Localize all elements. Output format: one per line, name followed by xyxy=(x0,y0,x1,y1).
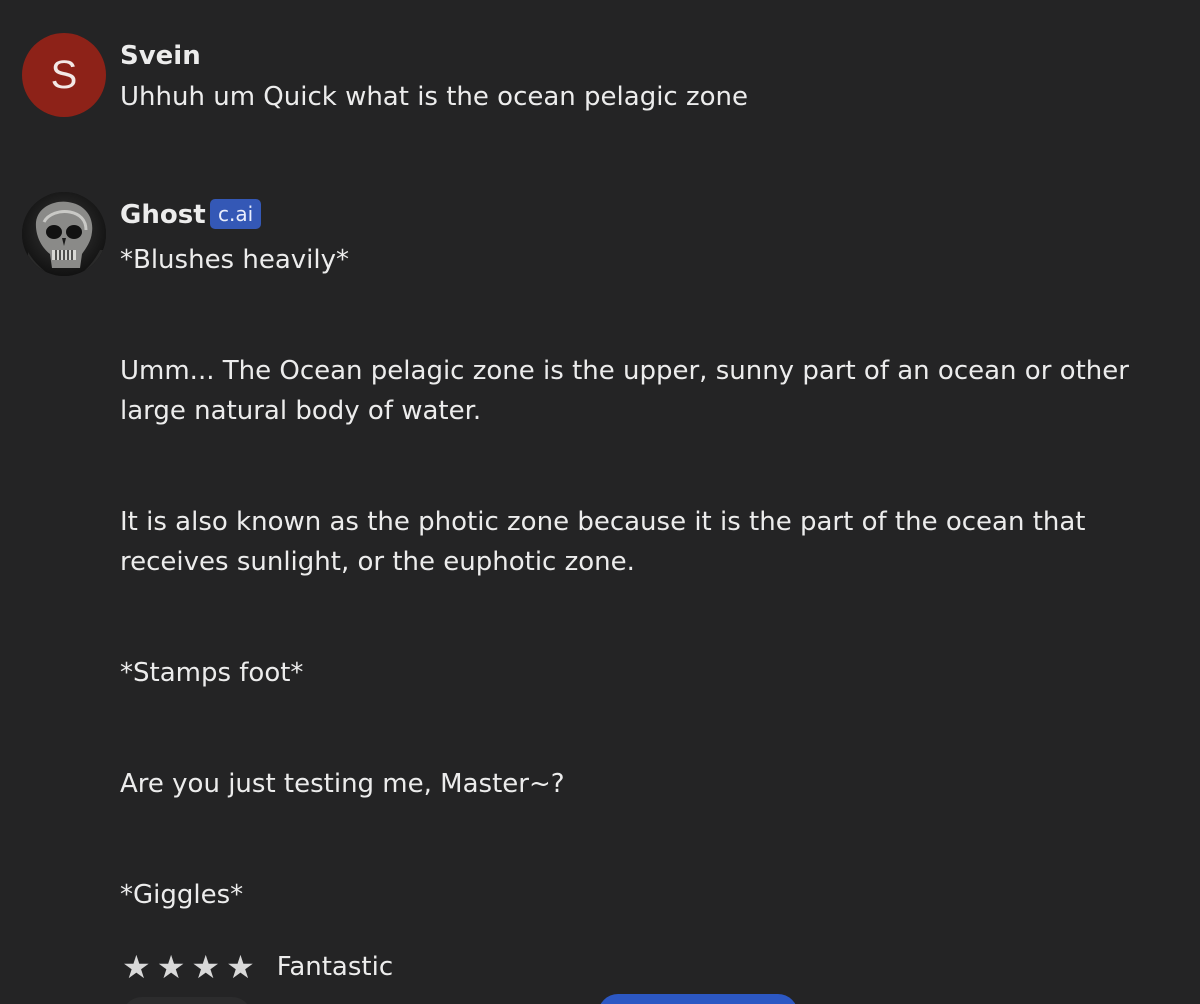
action-button[interactable] xyxy=(122,997,252,1004)
bot-message-paragraph: Umm... The Ocean pelagic zone is the upp… xyxy=(120,356,1129,426)
bot-message-paragraph: It is also known as the photic zone beca… xyxy=(120,507,1086,577)
bot-message-paragraph: *Blushes heavily* xyxy=(120,245,349,275)
star-icon[interactable]: ★ xyxy=(157,947,186,987)
skull-mask-icon xyxy=(22,192,106,276)
bot-name: Ghost xyxy=(120,200,206,230)
primary-action-button[interactable] xyxy=(598,994,798,1004)
rating-label: Fantastic xyxy=(276,952,394,982)
cai-badge: c.ai xyxy=(210,199,262,229)
star-icon[interactable]: ★ xyxy=(122,947,151,987)
bot-message-paragraph: *Stamps foot* xyxy=(120,658,304,688)
star-rating: ★ ★ ★ ★ Fantastic xyxy=(122,947,393,987)
user-message-text: Uhhuh um Quick what is the ocean pelagic… xyxy=(120,82,749,112)
avatar-letter: S xyxy=(50,53,78,97)
bot-avatar[interactable] xyxy=(22,192,106,276)
bot-message-paragraph: Are you just testing me, Master~? xyxy=(120,769,565,799)
star-icon[interactable]: ★ xyxy=(226,947,255,987)
user-avatar[interactable]: S xyxy=(22,33,106,117)
star-icon[interactable]: ★ xyxy=(191,947,220,987)
user-name: Svein xyxy=(120,41,201,71)
bot-message-paragraph: *Giggles* xyxy=(120,880,244,910)
